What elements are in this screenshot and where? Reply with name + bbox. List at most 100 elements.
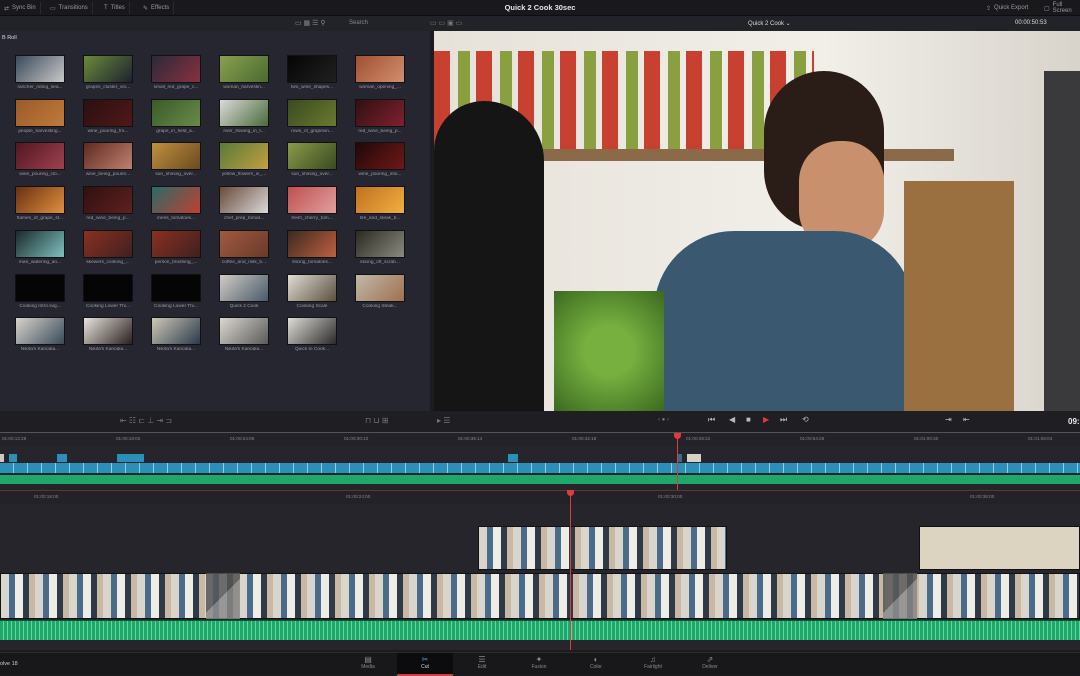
media-clip[interactable]: slicing_off_scrab...	[354, 229, 406, 265]
reverse-button[interactable]: ◀	[729, 415, 735, 424]
mark-in-button[interactable]: ⇥	[945, 415, 952, 424]
clip[interactable]	[687, 454, 701, 462]
trim-tools-icons[interactable]: ⊓ ⊔ ⊞	[365, 416, 389, 425]
ruler-timecode: 01:00:36:00	[970, 494, 995, 499]
media-clip[interactable]: Nikita's Kanodia...	[82, 317, 134, 352]
media-clip[interactable]: Quick 2 Cook	[218, 273, 270, 309]
lower-timeline[interactable]	[0, 490, 1080, 650]
page-tab-edit[interactable]: ☰ Edit	[454, 653, 510, 676]
media-clip[interactable]: man_watering_an...	[14, 229, 66, 265]
loop-button[interactable]: ⟲	[802, 415, 809, 424]
clip-label: Cooking Lower Thi...	[154, 303, 198, 309]
page-tab-media[interactable]: ▤ Media	[340, 653, 396, 676]
clip-label: chef_prep_tomat...	[224, 216, 264, 222]
quick-export-button[interactable]: ⇪ Quick Export	[982, 2, 1032, 14]
playhead[interactable]	[570, 490, 571, 650]
media-clip[interactable]: Cooking Lower Thi...	[150, 273, 202, 309]
video-track[interactable]	[0, 463, 1080, 473]
audio-track[interactable]	[0, 475, 1080, 484]
media-clip[interactable]: fire_and_steak_b...	[354, 186, 406, 221]
media-clip[interactable]: red_wine_being_p...	[354, 98, 406, 134]
view-mode-icons[interactable]: ▭ ▦ ☰ ⚲	[295, 19, 325, 27]
media-clip[interactable]: woman_harvestin...	[218, 55, 270, 90]
go-to-start-button[interactable]: ⏮	[708, 415, 715, 425]
media-clip[interactable]: sun_shining_over...	[286, 142, 338, 177]
media-clip[interactable]: mens_tomatoes...	[150, 186, 202, 221]
viewer-layout-icons[interactable]: ▭ ▭ ▣ ▭	[430, 19, 462, 27]
search-input[interactable]: Search	[349, 20, 368, 26]
media-clip[interactable]: Cooking Scale	[286, 273, 338, 309]
video-clip-v1[interactable]	[0, 573, 1080, 619]
media-clip[interactable]: fresh_cherry_tom...	[286, 186, 338, 221]
clip[interactable]	[0, 454, 4, 462]
ruler-timecode: 01:00:54:26	[800, 436, 825, 441]
upper-timeline-ruler[interactable]: 01:00:12:28 01:00:18:02 01:00:24:06 01:00:3…	[0, 432, 1080, 446]
clip-thumbnail	[287, 317, 337, 346]
media-clip[interactable]: Cooking Lower Thi...	[82, 273, 134, 309]
media-clip[interactable]: Cooking Steak...	[354, 273, 406, 309]
audio-clip[interactable]	[0, 620, 1080, 640]
clip-thumbnail	[151, 317, 201, 346]
lower-timeline-ruler[interactable]: 01:00:18:00 01:00:24:00 01:00:30:00 01:00:3…	[0, 490, 1080, 504]
timeline-toolbar: ⇤ ☷ ⊏ ⊥ ⇥ ⊐ ⊓ ⊔ ⊞ ▸ ☰ ‹ ● › ⏮ ◀ ■ ▶ ⏭ ⟲ …	[0, 411, 1080, 432]
go-to-end-button[interactable]: ⏭	[780, 415, 787, 425]
media-clip[interactable]: chef_prep_tomat...	[218, 186, 270, 221]
page-tab-fairlight[interactable]: ♫ Fairlight	[625, 653, 681, 676]
full-screen-button[interactable]: ▢ Full Screen	[1040, 2, 1080, 14]
video-clip-v2[interactable]	[478, 526, 727, 570]
stop-button[interactable]: ■	[746, 415, 751, 424]
media-clip[interactable]: wine_being_pourin...	[82, 142, 134, 177]
play-button[interactable]: ▶	[763, 415, 769, 424]
media-clip[interactable]: Nikita's Kanodia...	[218, 317, 270, 352]
clip-label: Cooking Intro.svg...	[19, 303, 61, 309]
page-tab-color[interactable]: ◐ Color	[568, 653, 624, 676]
transition[interactable]	[206, 573, 240, 619]
title-clip-v2[interactable]	[919, 526, 1080, 570]
media-clip[interactable]: Quick to Cook...	[286, 317, 338, 352]
clip[interactable]	[117, 454, 144, 462]
media-clip[interactable]: river_flowing_in_t...	[218, 98, 270, 134]
page-tab-fusion[interactable]: ✦ Fusion	[511, 653, 567, 676]
media-clip[interactable]: small_red_grape_c...	[150, 55, 202, 90]
media-clip[interactable]: slicing_tomatoes...	[286, 229, 338, 265]
clip[interactable]	[508, 454, 518, 462]
oven	[1044, 71, 1080, 411]
media-clip[interactable]: red_wine_being_p...	[82, 186, 134, 221]
media-clip[interactable]: flames_of_grape_st...	[14, 186, 66, 221]
media-clip[interactable]: two_wine_shapes...	[286, 55, 338, 90]
media-clip[interactable]: grape_in_field_a...	[150, 98, 202, 134]
media-clip[interactable]: rancher_riding_sea...	[14, 55, 66, 90]
page-tab-cut[interactable]: ✂ Cut	[397, 653, 453, 676]
edit-tools-icons[interactable]: ⇤ ☷ ⊏ ⊥ ⇥ ⊐	[120, 416, 172, 425]
timeline-options-icon[interactable]: ▸ ☰	[437, 416, 450, 425]
upper-timeline[interactable]	[0, 433, 1080, 490]
media-clip[interactable]: grapes_cluster_vin...	[82, 55, 134, 90]
media-clip[interactable]: coffee_and_milk_b...	[218, 229, 270, 265]
ruler-timecode: 01:00:12:28	[2, 436, 27, 441]
media-clip[interactable]: wine_pouring_fro...	[82, 98, 134, 134]
clip[interactable]	[9, 454, 17, 462]
media-clip[interactable]: woman_opening_...	[354, 55, 406, 90]
media-clip[interactable]: Nikita's Kanodia...	[150, 317, 202, 352]
viewer[interactable]	[434, 31, 1080, 411]
media-clip[interactable]: person_brushing_...	[150, 229, 202, 265]
clip-label: skewers_cooking_...	[86, 259, 130, 265]
playhead[interactable]	[677, 433, 678, 490]
clip[interactable]	[57, 454, 67, 462]
media-clip[interactable]: sun_shining_over...	[150, 142, 202, 177]
timeline-selector[interactable]: Quick 2 Cook ⌄	[748, 20, 791, 27]
transition[interactable]	[883, 573, 917, 619]
media-clip[interactable]: skewers_cooking_...	[82, 229, 134, 265]
media-clip[interactable]: Cooking Intro.svg...	[14, 273, 66, 309]
media-clip[interactable]: wine_pouring_into...	[354, 142, 406, 177]
media-clip[interactable]: wine_pouring_clo...	[14, 142, 66, 177]
page-tab-deliver[interactable]: ⇗ Deliver	[682, 653, 738, 676]
media-clip[interactable]: yellow_flowers_in_...	[218, 142, 270, 177]
media-clip[interactable]: people_harvesting...	[14, 98, 66, 134]
media-clip[interactable]: rows_of_grapevin...	[286, 98, 338, 134]
jog-control[interactable]: ‹ ● ›	[658, 417, 669, 423]
clip-thumbnail	[151, 186, 201, 215]
mark-out-button[interactable]: ⇤	[963, 415, 970, 424]
clip-thumbnail	[15, 55, 65, 83]
media-clip[interactable]: Nikita's Kanodia...	[14, 317, 66, 352]
